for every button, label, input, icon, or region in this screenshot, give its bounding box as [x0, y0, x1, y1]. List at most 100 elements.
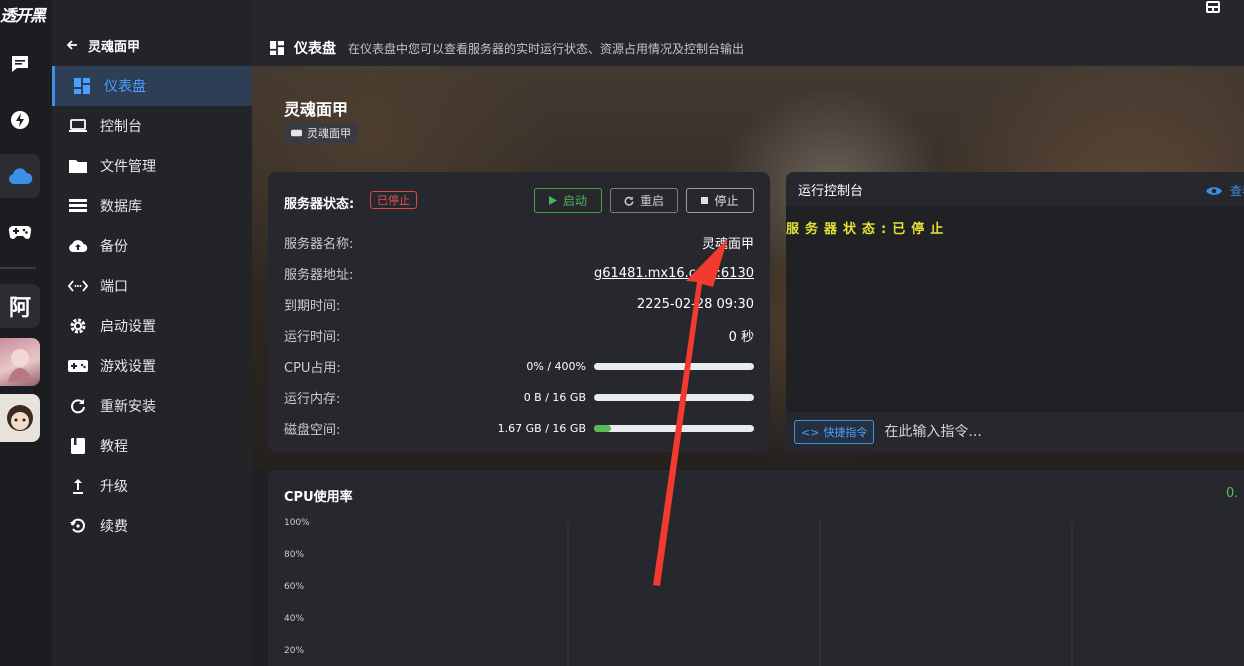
page-description: 在仪表盘中您可以查看服务器的实时运行状态、资源占用情况及控制台输出 [348, 41, 745, 56]
server-avatar-letter[interactable]: 阿 [0, 284, 40, 328]
server-address-key: 服务器地址: [284, 267, 354, 283]
port-icon [68, 276, 88, 296]
sidebar-item-files[interactable]: 文件管理 [52, 146, 252, 186]
database-icon [68, 196, 88, 216]
sidebar-item-startup[interactable]: 启动设置 [52, 306, 252, 346]
sidebar-item-game-settings[interactable]: 游戏设置 [52, 346, 252, 386]
store-icon[interactable] [1204, 0, 1222, 14]
sidebar-item-label: 启动设置 [100, 319, 156, 335]
stop-button[interactable]: 停止 [686, 188, 754, 213]
refresh-icon [624, 196, 634, 206]
game-tag-label: 灵魂面甲 [307, 127, 351, 140]
back-button[interactable]: 灵魂面甲 [66, 34, 140, 56]
sidebar-item-label: 端口 [100, 279, 128, 295]
sidebar-item-console[interactable]: 控制台 [52, 106, 252, 146]
restart-button[interactable]: 重启 [610, 188, 678, 213]
book-icon [68, 436, 88, 456]
sidebar-item-dashboard[interactable]: 仪表盘 [52, 66, 252, 106]
disk-meter-row: 磁盘空间: 1.67 GB / 16 GB [284, 418, 754, 438]
cpu-usage-chart: 100% 80% 60% 40% 20% [284, 518, 1073, 666]
sidebar-item-label: 升级 [100, 479, 128, 495]
disk-value: 1.67 GB / 16 GB [497, 421, 586, 435]
sidebar-item-label: 教程 [100, 439, 128, 455]
sidebar-item-renew[interactable]: 续费 [52, 506, 252, 546]
console-card: 运行控制台 查看 服务器状态:已停止 <> 快捷指令 [786, 172, 1244, 452]
cpu-usage-current: 0. [1226, 486, 1239, 501]
dashboard-icon [72, 76, 92, 96]
sidebar-item-reinstall[interactable]: 重新安装 [52, 386, 252, 426]
server-name-row: 服务器名称: 灵魂面甲 [284, 232, 754, 252]
folder-icon [68, 156, 88, 176]
memory-value: 0 B / 16 GB [523, 390, 586, 404]
page-header: 仪表盘 在仪表盘中您可以查看服务器的实时运行状态、资源占用情况及控制台输出 [252, 0, 1244, 66]
server-sidebar: 灵魂面甲 仪表盘 控制台 文件管理 数据库 备份 端口 启动设置 游戏设置 重新… [52, 0, 252, 666]
refresh-icon [68, 396, 88, 416]
dashboard-icon [270, 41, 284, 55]
start-button-label: 启动 [562, 194, 587, 208]
y-tick-label: 20% [284, 646, 304, 656]
sidebar-item-database[interactable]: 数据库 [52, 186, 252, 226]
console-view-button[interactable]: 查看 [1206, 182, 1244, 199]
server-name-value: 灵魂面甲 [701, 236, 754, 252]
gamepad-icon [68, 356, 88, 376]
expire-value: 2225-02-28 09:30 [636, 296, 754, 312]
memory-meter-row: 运行内存: 0 B / 16 GB [284, 387, 754, 407]
eye-icon [1206, 186, 1222, 195]
cpu-usage-card: CPU使用率 0. 100% 80% 60% 40% 20% [268, 470, 1244, 666]
console-output-line: 服务器状态:已停止 [786, 222, 950, 237]
quick-command-label: 快捷指令 [823, 426, 868, 439]
server-address-link[interactable]: g61481.mx16.com:6130 [594, 266, 754, 281]
sidebar-item-label: 续费 [100, 519, 128, 535]
bolt-icon[interactable] [0, 98, 40, 142]
y-tick-label: 40% [284, 614, 304, 624]
game-tag: 灵魂面甲 [284, 123, 358, 143]
y-tick-label: 80% [284, 550, 304, 560]
renew-icon [68, 516, 88, 536]
gamepad-icon[interactable] [0, 210, 40, 254]
cpu-usage-title: CPU使用率 [284, 490, 353, 505]
server-status-label: 服务器状态: [284, 197, 355, 212]
cloud-icon[interactable] [0, 154, 40, 198]
arrow-left-icon [66, 40, 77, 50]
sidebar-item-port[interactable]: 端口 [52, 266, 252, 306]
y-tick-label: 60% [284, 582, 304, 592]
uptime-key: 运行时间: [284, 329, 341, 345]
disk-key: 磁盘空间: [284, 422, 341, 438]
app-logo: 透开黑 [0, 6, 46, 24]
chat-icon[interactable] [0, 42, 40, 86]
command-input[interactable] [884, 424, 1185, 440]
sidebar-item-label: 控制台 [100, 119, 142, 135]
sidebar-item-tutorial[interactable]: 教程 [52, 426, 252, 466]
server-status-card: 服务器状态: 已停止 启动 重启 停止 服务器名称: 灵魂面甲 服务器地址: g… [268, 172, 770, 452]
sidebar-item-label: 游戏设置 [100, 359, 156, 375]
upgrade-icon [68, 476, 88, 496]
status-badge: 已停止 [370, 191, 417, 209]
sidebar-item-backup[interactable]: 备份 [52, 226, 252, 266]
sidebar-item-upgrade[interactable]: 升级 [52, 466, 252, 506]
stop-button-label: 停止 [714, 194, 739, 208]
console-view-label: 查看 [1230, 184, 1244, 198]
server-avatar-1[interactable] [0, 338, 40, 386]
console-output[interactable]: 服务器状态:已停止 [786, 206, 1244, 412]
disk-meter-fill [594, 424, 611, 432]
console-title: 运行控制台 [798, 183, 864, 199]
start-button[interactable]: 启动 [534, 188, 602, 213]
expire-row: 到期时间: 2225-02-28 09:30 [284, 294, 754, 314]
gear-icon [68, 316, 88, 336]
disk-meter [594, 424, 754, 432]
back-label: 灵魂面甲 [88, 39, 141, 55]
y-tick-label: 100% [284, 518, 310, 528]
sidebar-item-label: 数据库 [100, 199, 142, 215]
app-root: 透开黑 阿 灵魂面甲 仪表盘 控制台 文件管理 数据库 备份 端口 启动设置 游… [0, 0, 1244, 666]
quick-command-button[interactable]: <> 快捷指令 [794, 420, 875, 444]
expire-key: 到期时间: [284, 298, 341, 314]
memory-meter [594, 393, 754, 401]
server-avatar-2[interactable] [0, 394, 40, 442]
page-title: 仪表盘 [294, 41, 336, 57]
memory-key: 运行内存: [284, 391, 341, 407]
sidebar-item-label: 备份 [100, 239, 128, 255]
page-title-group: 仪表盘 在仪表盘中您可以查看服务器的实时运行状态、资源占用情况及控制台输出 [270, 38, 744, 58]
console-icon [68, 116, 88, 136]
server-name-key: 服务器名称: [284, 236, 354, 252]
cpu-value: 0% / 400% [526, 359, 586, 373]
